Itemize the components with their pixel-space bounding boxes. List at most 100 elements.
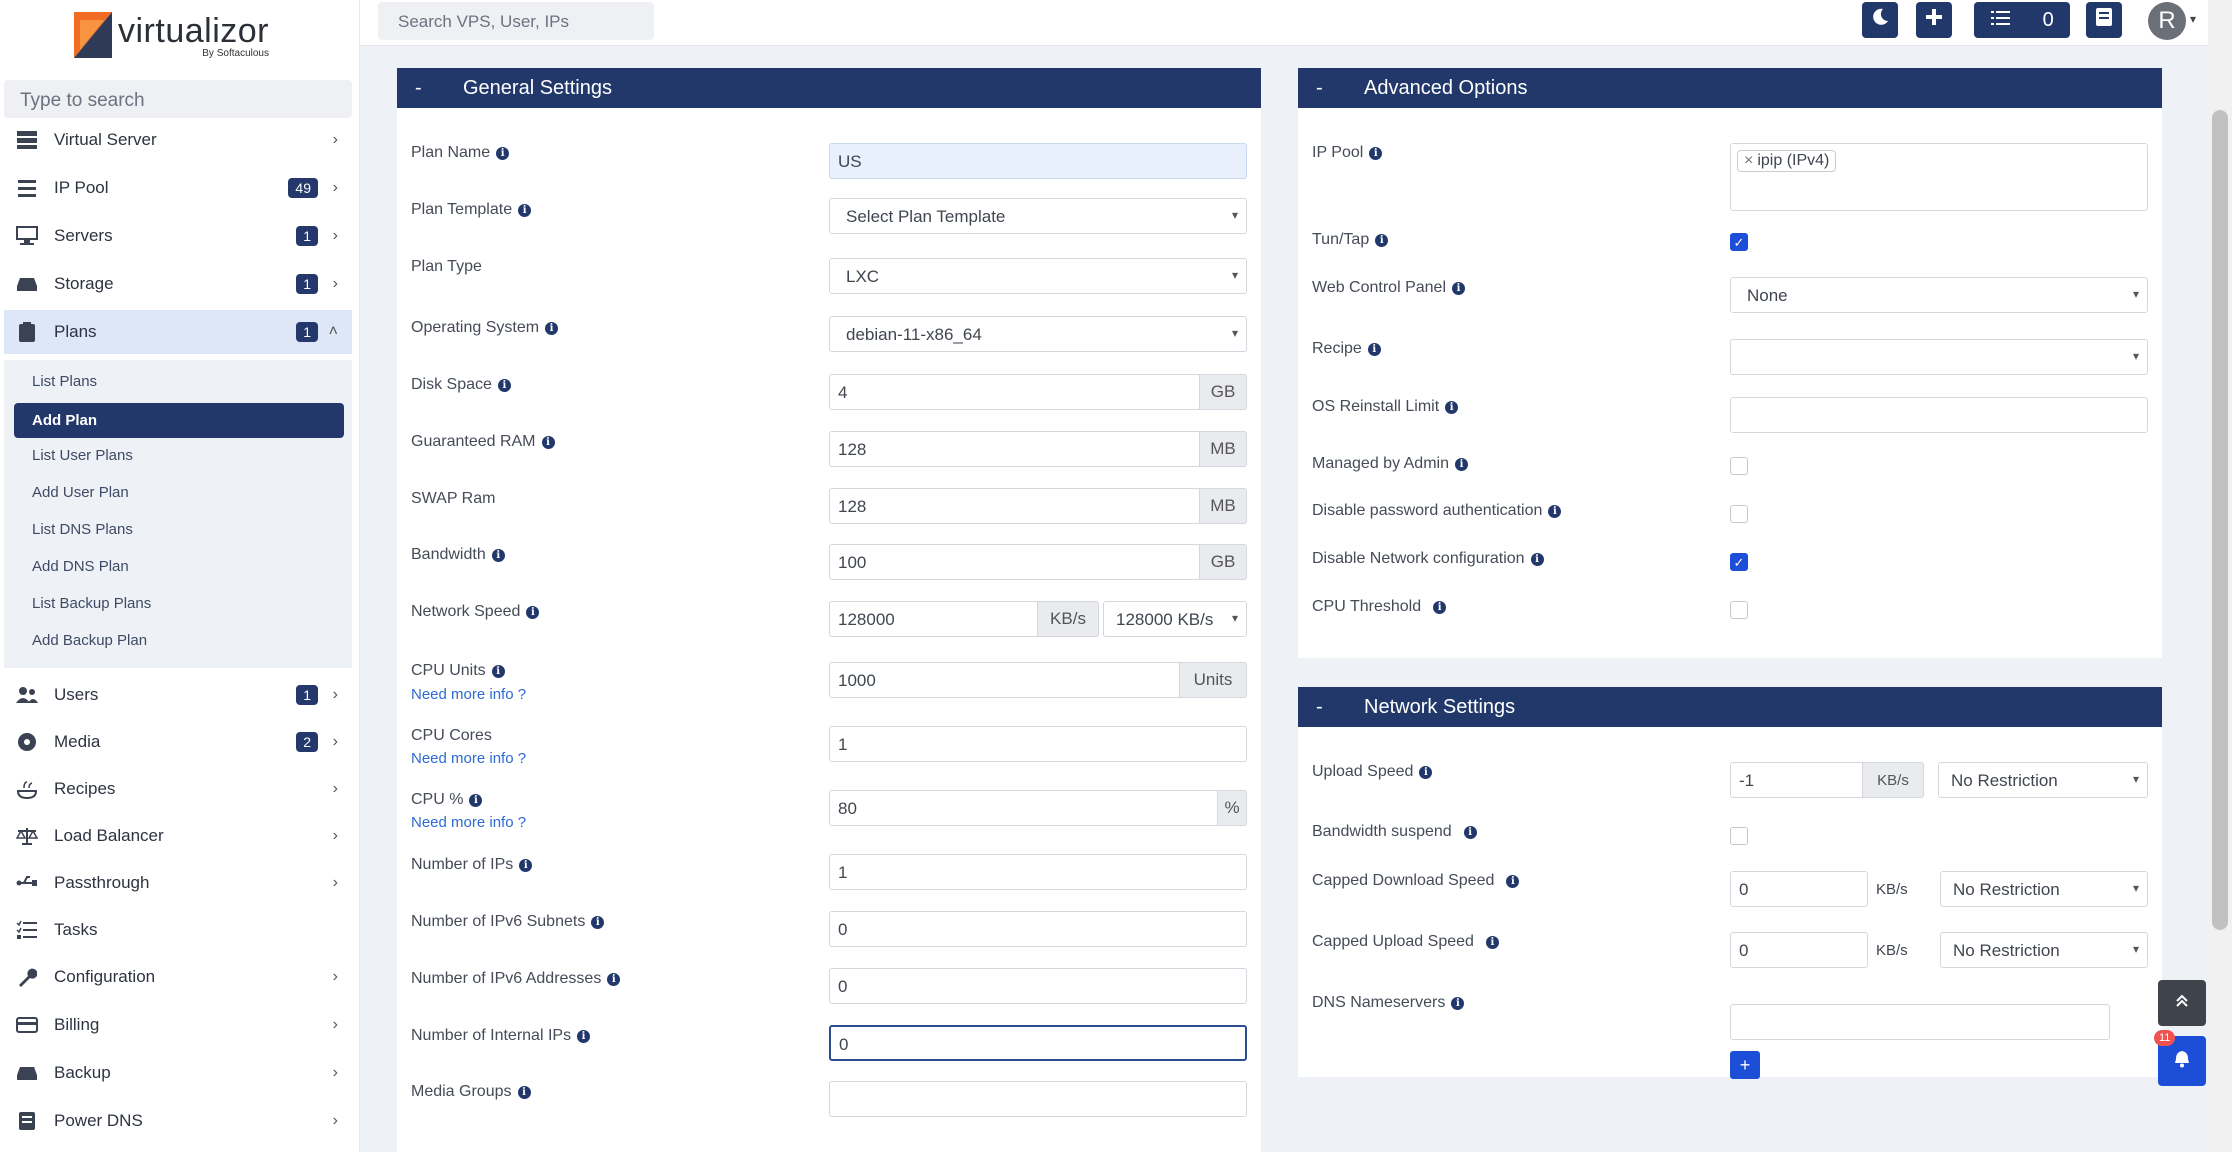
sidebar-item-users[interactable]: Users 1 ›: [4, 673, 352, 717]
virtualizor-logo-icon: [74, 12, 112, 58]
os-reinstall-limit-input[interactable]: [1730, 397, 2148, 433]
web-control-panel-select[interactable]: None: [1730, 277, 2148, 313]
tuntap-checkbox[interactable]: ✓: [1730, 233, 1748, 251]
sidebar-item-recipes[interactable]: Recipes ›: [4, 767, 352, 811]
panel-title: Advanced Options: [1364, 76, 1528, 99]
logo[interactable]: virtualizor By Softaculous: [74, 12, 269, 59]
scroll-top-button[interactable]: [2158, 980, 2206, 1026]
plan-name-input[interactable]: US: [829, 143, 1247, 179]
collapse-toggle[interactable]: -: [1298, 77, 1364, 100]
notifications-button[interactable]: 11: [2154, 1030, 2206, 1086]
tasks-button[interactable]: 0: [1974, 2, 2070, 38]
disable-network-config-checkbox[interactable]: ✓: [1730, 553, 1748, 571]
guaranteed-ram-input[interactable]: 128: [829, 431, 1201, 467]
network-settings-panel: - Network Settings Upload Speed i -1 KB/s…: [1298, 687, 2162, 1079]
docs-button[interactable]: [2086, 2, 2122, 38]
recipe-select[interactable]: [1730, 339, 2148, 375]
disable-password-auth-checkbox[interactable]: [1730, 505, 1748, 523]
cpu-units-input[interactable]: 1000: [829, 662, 1181, 698]
sidebar-item-media[interactable]: Media 2 ›: [4, 720, 352, 764]
sidebar-item-label: Tasks: [54, 920, 98, 939]
capped-download-input[interactable]: 0: [1730, 871, 1868, 907]
submenu-add-backup-plan[interactable]: Add Backup Plan: [32, 632, 147, 649]
capped-upload-input[interactable]: 0: [1730, 932, 1868, 968]
general-settings-header[interactable]: - General Settings: [397, 68, 1261, 108]
sidebar-item-label: Billing: [54, 1015, 100, 1034]
network-speed-input[interactable]: 128000: [829, 601, 1039, 637]
sidebar-item-plans[interactable]: Plans 1 ˄: [4, 310, 352, 354]
chevron-right-icon: ›: [332, 1064, 338, 1081]
collapse-toggle[interactable]: -: [397, 77, 463, 100]
sidebar-item-virtual-server[interactable]: Virtual Server ›: [4, 118, 352, 162]
submenu-add-dns-plan[interactable]: Add DNS Plan: [32, 558, 129, 575]
task-list-icon: [1990, 9, 2011, 32]
count-badge: 1: [296, 322, 318, 342]
advanced-options-header[interactable]: - Advanced Options: [1298, 68, 2162, 108]
logo-name: virtualizor: [118, 12, 269, 50]
caret-down-icon[interactable]: ▾: [2190, 12, 2196, 26]
chevron-right-icon: ›: [332, 874, 338, 891]
capped-upload-select[interactable]: No Restriction: [1940, 932, 2148, 968]
media-groups-input[interactable]: [829, 1081, 1247, 1117]
add-nameserver-button[interactable]: +: [1730, 1051, 1760, 1079]
dark-mode-button[interactable]: [1862, 2, 1898, 38]
disk-space-input[interactable]: 4: [829, 374, 1201, 410]
sidebar-item-tasks[interactable]: Tasks: [4, 908, 352, 952]
ip-pool-multiselect[interactable]: × ipip (IPv4): [1730, 143, 2148, 211]
bandwidth-suspend-checkbox[interactable]: [1730, 827, 1748, 845]
plus-icon: [1925, 8, 1943, 32]
info-icon: i: [491, 548, 505, 562]
submenu-add-user-plan[interactable]: Add User Plan: [32, 484, 129, 501]
submenu-add-plan[interactable]: Add Plan: [14, 403, 344, 438]
sidebar-item-passthrough[interactable]: Passthrough ›: [4, 861, 352, 905]
need-more-info-link[interactable]: Need more info ?: [411, 814, 526, 831]
add-button[interactable]: [1916, 2, 1952, 38]
managed-by-admin-checkbox[interactable]: [1730, 457, 1748, 475]
plan-type-select[interactable]: LXC: [829, 258, 1247, 294]
moon-icon: [1870, 7, 1890, 33]
submenu-list-backup-plans[interactable]: List Backup Plans: [32, 595, 151, 612]
sidebar-item-backup[interactable]: Backup ›: [4, 1051, 352, 1095]
sidebar-item-configuration[interactable]: Configuration ›: [4, 955, 352, 999]
info-icon: i: [1451, 996, 1465, 1010]
submenu-list-user-plans[interactable]: List User Plans: [32, 447, 133, 464]
bandwidth-input[interactable]: 100: [829, 544, 1201, 580]
os-select[interactable]: debian-11-x86_64: [829, 316, 1247, 352]
submenu-list-dns-plans[interactable]: List DNS Plans: [32, 521, 133, 538]
sidebar-item-storage[interactable]: Storage 1 ›: [4, 262, 352, 306]
cpu-percent-input[interactable]: 80: [829, 790, 1219, 826]
need-more-info-link[interactable]: Need more info ?: [411, 750, 526, 767]
chevron-right-icon: ›: [332, 780, 338, 797]
dns-nameserver-input[interactable]: [1730, 1004, 2110, 1040]
ipv6-subnets-input[interactable]: 0: [829, 911, 1247, 947]
internal-ips-input[interactable]: 0: [829, 1025, 1247, 1061]
info-icon: i: [526, 605, 540, 619]
submenu-list-plans[interactable]: List Plans: [32, 373, 97, 390]
sidebar-item-power-dns[interactable]: Power DNS ›: [4, 1099, 352, 1143]
cpu-threshold-checkbox[interactable]: [1730, 601, 1748, 619]
network-settings-header[interactable]: - Network Settings: [1298, 687, 2162, 727]
info-icon: i: [1419, 765, 1433, 779]
collapse-toggle[interactable]: -: [1298, 696, 1364, 719]
number-of-ips-input[interactable]: 1: [829, 854, 1247, 890]
need-more-info-link[interactable]: Need more info ?: [411, 686, 526, 703]
global-search-input[interactable]: Search VPS, User, IPs: [378, 2, 654, 40]
scrollbar-thumb[interactable]: [2212, 110, 2228, 930]
os-reinstall-limit-label: OS Reinstall Limit i: [1312, 398, 1459, 416]
swap-ram-input[interactable]: 128: [829, 488, 1201, 524]
sidebar-item-billing[interactable]: Billing ›: [4, 1003, 352, 1047]
plan-template-select[interactable]: Select Plan Template: [829, 198, 1247, 234]
network-speed-select[interactable]: 128000 KB/s: [1103, 601, 1247, 637]
avatar[interactable]: R: [2148, 2, 2186, 40]
upload-speed-input[interactable]: -1: [1730, 762, 1864, 798]
capped-download-select[interactable]: No Restriction: [1940, 871, 2148, 907]
ipv6-addresses-input[interactable]: 0: [829, 968, 1247, 1004]
cpu-cores-input[interactable]: 1: [829, 726, 1247, 762]
sidebar-search-input[interactable]: Type to search: [4, 80, 352, 118]
upload-speed-select[interactable]: No Restriction: [1938, 762, 2148, 798]
info-icon: i: [519, 858, 533, 872]
remove-tag-icon[interactable]: ×: [1744, 152, 1753, 170]
sidebar-item-servers[interactable]: Servers 1 ›: [4, 214, 352, 258]
sidebar-item-ip-pool[interactable]: IP Pool 49 ›: [4, 166, 352, 210]
sidebar-item-load-balancer[interactable]: Load Balancer ›: [4, 814, 352, 858]
